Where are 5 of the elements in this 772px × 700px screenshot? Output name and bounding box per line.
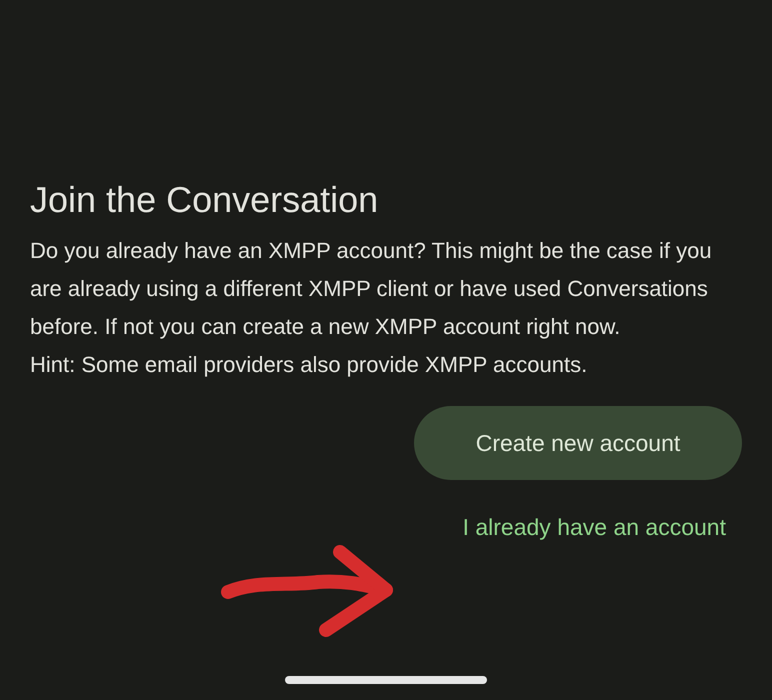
- existing-account-link[interactable]: I already have an account: [462, 510, 726, 544]
- description-text: Hint: Some email providers also provide XMPP accounts.: [30, 351, 588, 379]
- page-title: Join the Conversation: [30, 178, 378, 222]
- create-account-button[interactable]: Create new account: [414, 406, 742, 480]
- description-text: Do you already have an XMPP account? This might be the case if you are already using a different XMPP client or have used Conversations before. If not you can create a new XMPP account right now.: [30, 237, 713, 341]
